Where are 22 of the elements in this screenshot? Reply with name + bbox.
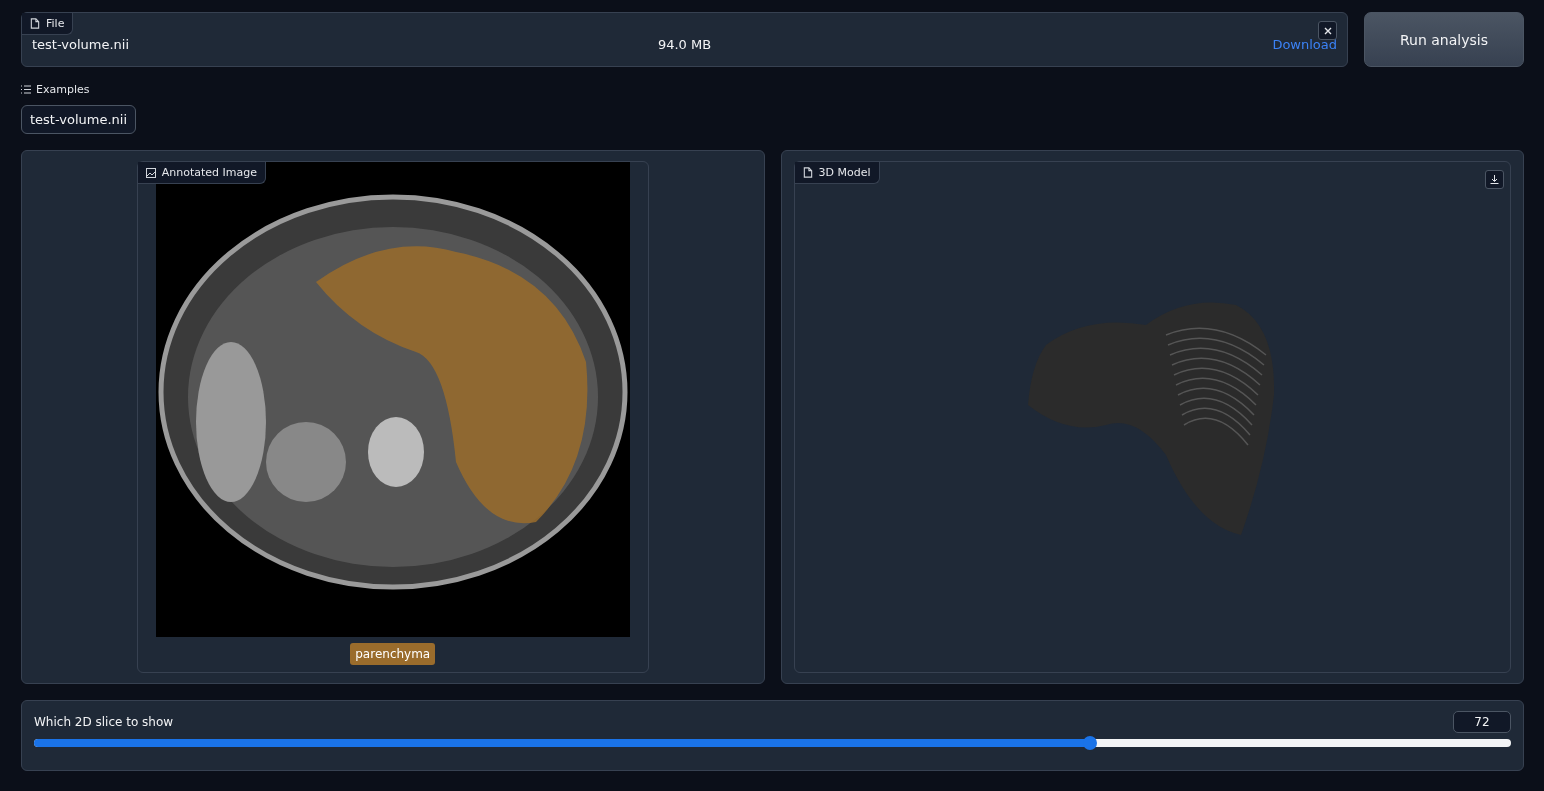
run-analysis-button[interactable]: Run analysis — [1364, 12, 1524, 67]
close-icon — [1323, 26, 1332, 35]
list-icon — [21, 85, 31, 94]
close-button[interactable] — [1318, 21, 1337, 40]
annotation-label[interactable]: parenchyma — [350, 643, 436, 665]
example-button[interactable]: test-volume.nii — [21, 105, 137, 134]
annotated-image-label: Annotated Image — [137, 162, 266, 184]
download-link[interactable]: Download — [1272, 37, 1337, 52]
file-label: File — [22, 13, 74, 35]
file-icon — [30, 18, 40, 29]
examples-label: Examples — [36, 83, 90, 96]
image-icon — [145, 167, 156, 178]
file-size: 94.0 MB — [656, 37, 713, 52]
slider-thumb[interactable] — [1083, 736, 1098, 750]
slider-label: Which 2D slice to show — [34, 715, 174, 729]
model-3d-label: 3D Model — [794, 162, 880, 184]
file-name: test-volume.nii — [32, 37, 131, 52]
download-button[interactable] — [1485, 170, 1504, 189]
download-icon — [1490, 175, 1499, 184]
slider-track[interactable] — [34, 739, 1511, 747]
slice-number-input[interactable]: 72 — [1453, 711, 1511, 733]
file-icon — [802, 167, 813, 178]
